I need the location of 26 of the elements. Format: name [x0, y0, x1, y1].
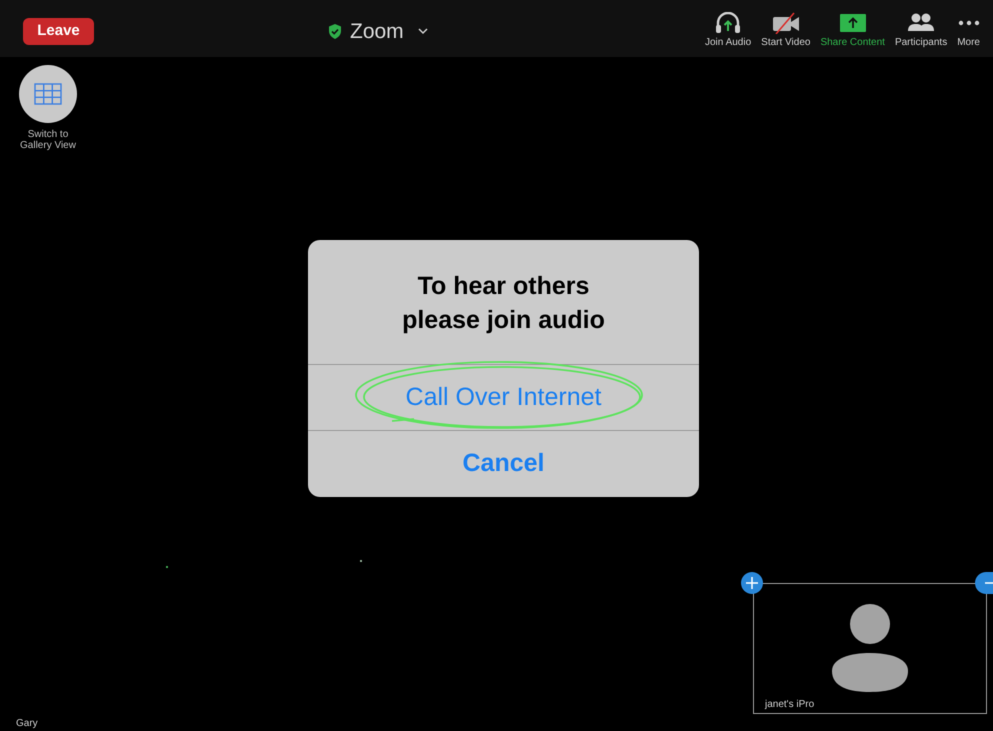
dot-mark [360, 560, 362, 562]
dot-mark [166, 566, 168, 568]
toolbar-button[interactable]: Join Audio [700, 12, 756, 50]
toolbar-button[interactable]: Start Video [756, 12, 816, 50]
grid-icon [34, 83, 62, 105]
gallery-view-label: Switch to Gallery View [19, 129, 77, 151]
participant-name: janet's iPro [765, 698, 814, 712]
toolbar-button[interactable]: Share Content [815, 12, 890, 50]
toolbar-button[interactable]: Participants [890, 12, 952, 50]
chevron-down-icon[interactable] [418, 28, 428, 36]
toolbar-button[interactable]: More [952, 12, 985, 50]
minus-icon [985, 582, 993, 584]
shrink-button[interactable] [975, 572, 993, 594]
meeting-title: Zoom [350, 19, 404, 45]
leave-button[interactable]: Leave [23, 18, 94, 44]
shield-icon [328, 24, 342, 40]
headphones-icon [715, 12, 742, 34]
camera-off-icon [772, 12, 800, 34]
plus-icon [746, 577, 758, 589]
share-icon [840, 13, 866, 33]
participant-name: Gary [16, 717, 38, 731]
dialog-title: To hear others please join audio [401, 271, 606, 336]
enlarge-button[interactable] [741, 572, 763, 594]
more-icon [958, 20, 980, 26]
people-icon [908, 13, 934, 33]
avatar-icon [831, 603, 909, 693]
